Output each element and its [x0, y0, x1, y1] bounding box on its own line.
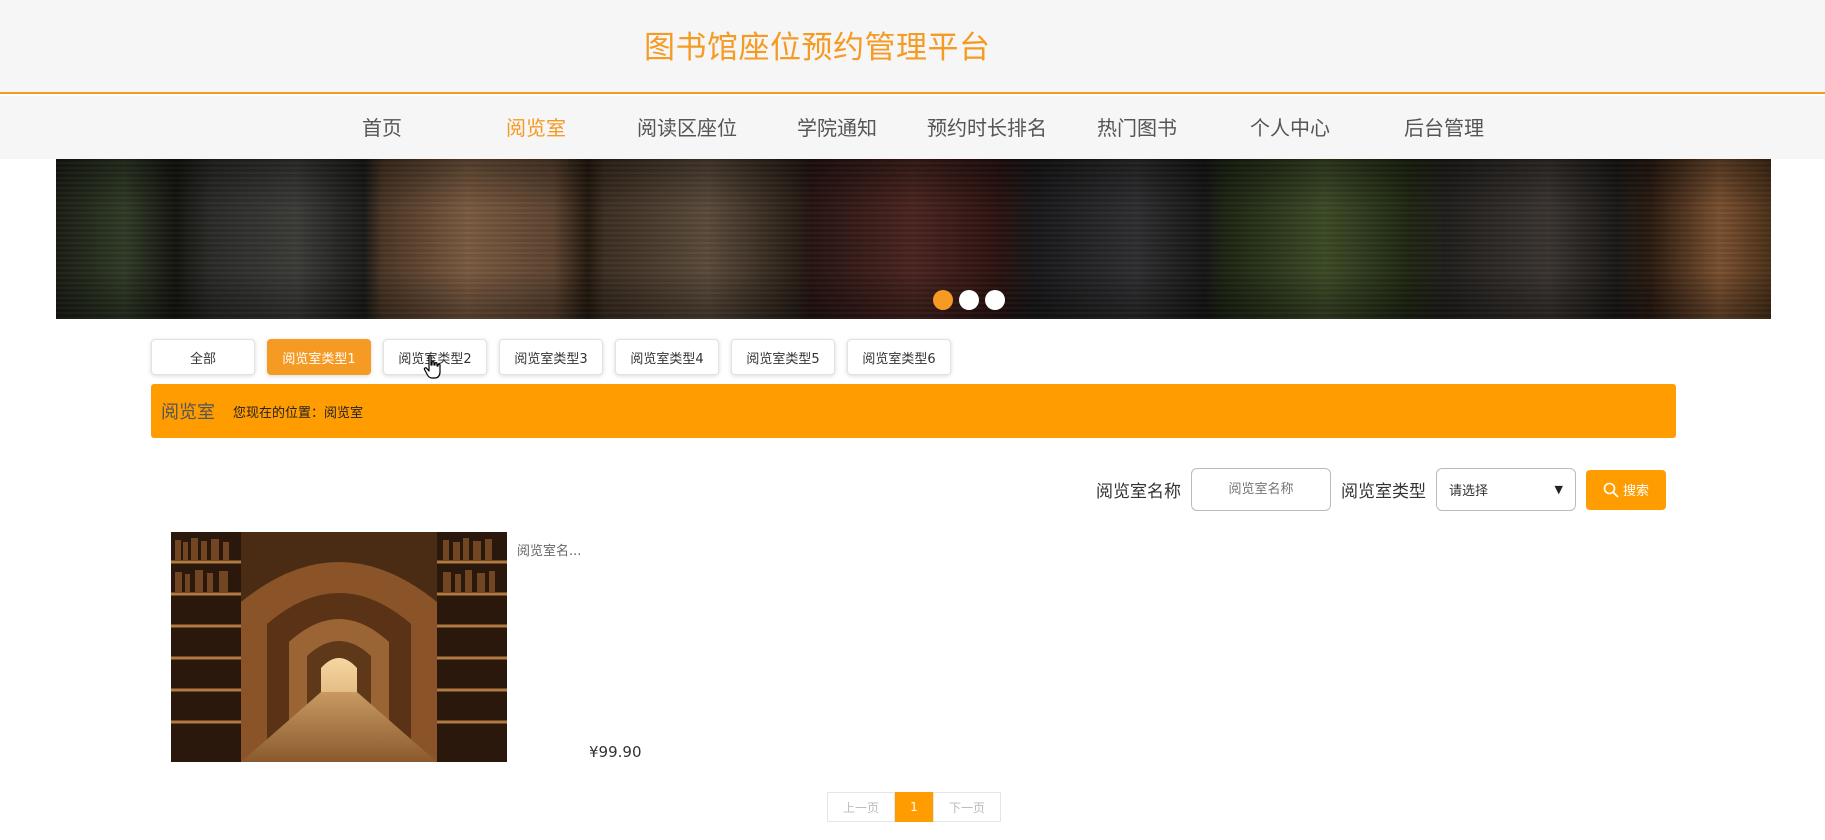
- search-button[interactable]: 搜索: [1586, 469, 1666, 510]
- carousel-dot-2[interactable]: [959, 290, 979, 310]
- chevron-down-icon: ▼: [1554, 483, 1563, 496]
- reading-room-image[interactable]: [171, 532, 507, 762]
- nav-item-reading-seats[interactable]: 阅读区座位: [636, 112, 738, 142]
- nav-item-admin[interactable]: 后台管理: [1403, 112, 1485, 142]
- category-tab-type1[interactable]: 阅览室类型1: [267, 339, 371, 375]
- carousel-dot-3[interactable]: [985, 290, 1005, 310]
- nav-item-booking-ranking[interactable]: 预约时长排名: [926, 112, 1048, 142]
- type-search-label: 阅览室类型: [1341, 482, 1426, 502]
- type-select[interactable]: 请选择 ▼: [1436, 468, 1576, 511]
- category-tab-all[interactable]: 全部: [151, 339, 255, 375]
- current-page[interactable]: 1: [895, 792, 933, 822]
- site-title: 图书馆座位预约管理平台: [644, 30, 991, 66]
- next-page-button[interactable]: 下一页: [933, 792, 1001, 822]
- nav-item-college-notice[interactable]: 学院通知: [796, 112, 878, 142]
- type-select-value: 请选择: [1449, 484, 1489, 499]
- name-search-label: 阅览室名称: [1096, 482, 1181, 502]
- reading-room-name[interactable]: 阅览室名...: [517, 540, 581, 559]
- name-search-input[interactable]: [1191, 468, 1331, 511]
- breadcrumb: 您现在的位置：阅览室: [233, 405, 364, 421]
- category-tab-type4[interactable]: 阅览室类型4: [615, 339, 719, 375]
- site-header: 图书馆座位预约管理平台: [0, 0, 1825, 94]
- reading-room-price: ¥99.90: [589, 743, 642, 761]
- nav-item-hot-books[interactable]: 热门图书: [1096, 112, 1178, 142]
- category-tab-type6[interactable]: 阅览室类型6: [847, 339, 951, 375]
- banner-carousel[interactable]: [56, 159, 1771, 319]
- search-bar: 阅览室名称 阅览室类型 请选择 ▼ 搜索: [1096, 468, 1666, 511]
- location-title: 阅览室: [161, 402, 215, 423]
- nav-item-personal-center[interactable]: 个人中心: [1249, 112, 1331, 142]
- category-tabs: 全部 阅览室类型1 阅览室类型2 阅览室类型3 阅览室类型4 阅览室类型5 阅览…: [151, 339, 951, 375]
- search-icon: [1603, 482, 1619, 497]
- location-bar: 阅览室 您现在的位置：阅览室: [151, 384, 1676, 438]
- nav-item-reading-room[interactable]: 阅览室: [505, 112, 567, 142]
- main-nav: 首页 阅览室 阅读区座位 学院通知 预约时长排名 热门图书 个人中心 后台管理: [0, 96, 1825, 159]
- pagination: 上一页 1 下一页: [827, 792, 1001, 822]
- carousel-dot-1[interactable]: [933, 290, 953, 310]
- hand-cursor-icon: [423, 354, 441, 379]
- category-tab-type5[interactable]: 阅览室类型5: [731, 339, 835, 375]
- library-photo: [171, 532, 507, 762]
- nav-item-home[interactable]: 首页: [362, 112, 402, 142]
- category-tab-type3[interactable]: 阅览室类型3: [499, 339, 603, 375]
- carousel-dots: [933, 290, 1005, 310]
- prev-page-button[interactable]: 上一页: [827, 792, 895, 822]
- search-button-label: 搜索: [1622, 483, 1649, 498]
